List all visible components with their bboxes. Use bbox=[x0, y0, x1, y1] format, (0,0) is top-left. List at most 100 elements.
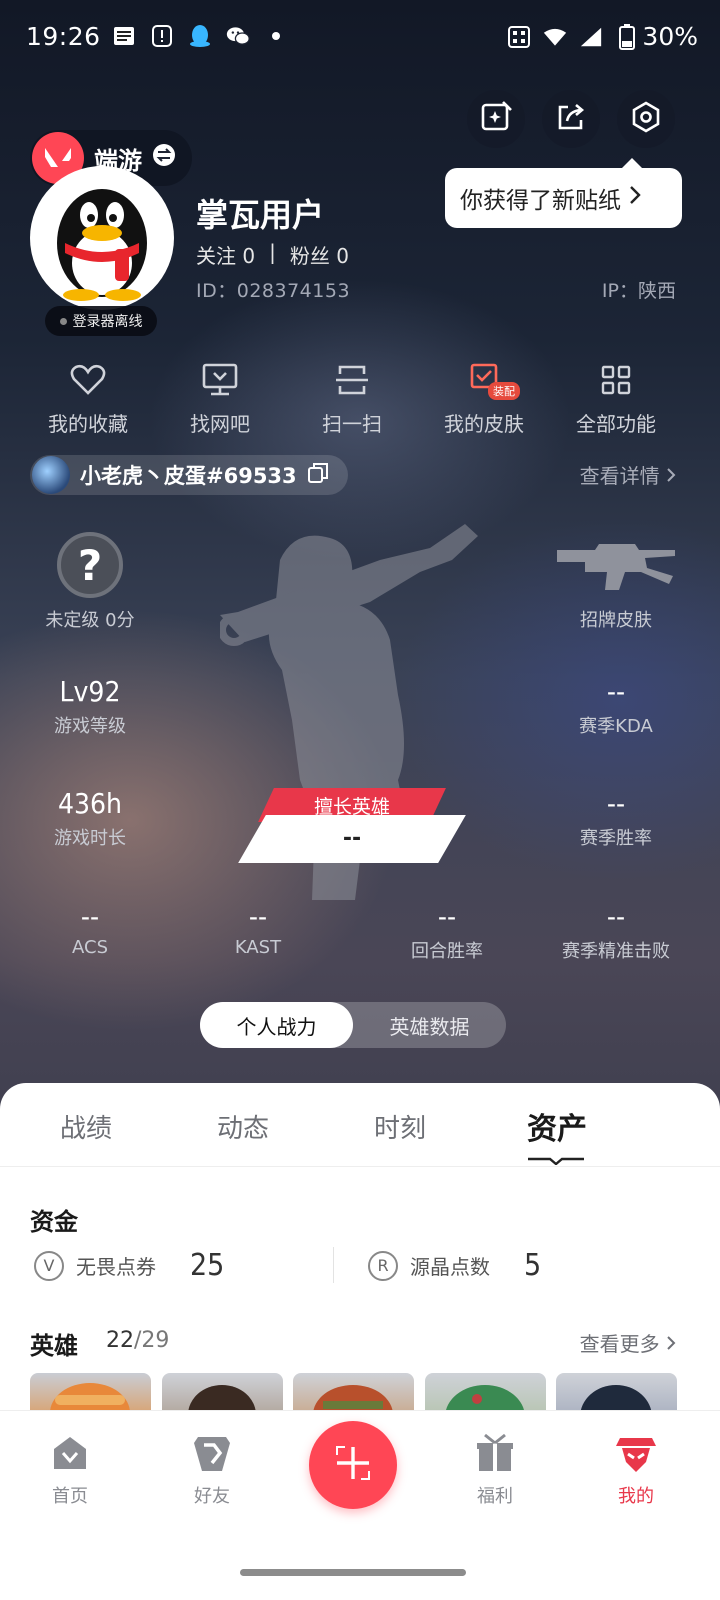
tabs-divider bbox=[0, 1166, 720, 1167]
switch-icon bbox=[152, 143, 176, 173]
tab-feed[interactable]: 动态 bbox=[168, 1108, 318, 1145]
level-label: 游戏等级 bbox=[54, 716, 126, 737]
nav-welfare[interactable]: 福利 bbox=[445, 1432, 545, 1508]
qq-icon bbox=[188, 24, 212, 48]
nav-label: 好友 bbox=[194, 1486, 230, 1507]
playtime-label: 游戏时长 bbox=[54, 828, 126, 849]
acs-label: ACS bbox=[72, 937, 108, 958]
kda-label: 赛季KDA bbox=[579, 716, 653, 737]
round-winrate-stat: -- 回合胜率 bbox=[367, 900, 527, 963]
home-icon bbox=[20, 1432, 120, 1474]
funds-title: 资金 bbox=[30, 1208, 78, 1236]
toggle-personal-power[interactable]: 个人战力 bbox=[200, 1002, 353, 1048]
main-hero-value: -- bbox=[342, 826, 362, 851]
kda-value: -- bbox=[606, 675, 626, 708]
following-count: 0 bbox=[242, 244, 256, 268]
sticker-icon bbox=[479, 100, 513, 138]
riot-id-text: 小老虎丶皮蛋#69533 bbox=[80, 464, 297, 488]
username: 掌瓦用户 bbox=[196, 196, 325, 234]
fans-label: 粉丝 bbox=[289, 244, 330, 268]
monitor-icon bbox=[160, 358, 280, 402]
riot-id-pill[interactable]: 小老虎丶皮蛋#69533 bbox=[30, 455, 348, 495]
nav-home[interactable]: 首页 bbox=[20, 1432, 120, 1508]
rank-label: 未定级 0分 bbox=[45, 610, 135, 631]
active-tab-indicator bbox=[528, 1150, 584, 1166]
following[interactable]: 关注 0 bbox=[196, 240, 255, 269]
chevron-right-icon bbox=[629, 185, 641, 211]
feature-label: 我的收藏 bbox=[48, 412, 128, 436]
sticker-button[interactable] bbox=[467, 90, 525, 148]
home-indicator[interactable] bbox=[240, 1569, 466, 1576]
feature-all-functions[interactable]: 全部功能 bbox=[556, 358, 676, 437]
tooltip-text: 你获得了新贴纸 bbox=[460, 188, 621, 214]
heart-icon bbox=[28, 358, 148, 402]
riot-avatar bbox=[32, 456, 70, 494]
fund-value: 25 bbox=[190, 1248, 225, 1283]
fund-value: 5 bbox=[524, 1248, 542, 1283]
fund-radianite-points[interactable]: R 源晶点数 5 bbox=[368, 1248, 541, 1283]
round-winrate-value: -- bbox=[437, 900, 457, 933]
kast-value: -- bbox=[248, 900, 268, 933]
nav-me[interactable]: 我的 bbox=[586, 1432, 686, 1508]
gift-icon bbox=[445, 1432, 545, 1474]
skin-icon: 装配 bbox=[424, 358, 544, 402]
ip-value: 陕西 bbox=[637, 280, 676, 302]
user-id: ID：028374153 bbox=[196, 276, 350, 303]
nav-label: 福利 bbox=[477, 1486, 513, 1507]
follow-separator: | bbox=[269, 240, 276, 264]
install-badge: 装配 bbox=[488, 382, 520, 400]
playtime-value: 436h bbox=[57, 787, 123, 820]
view-detail-link[interactable]: 查看详情 bbox=[580, 460, 676, 489]
status-time: 19:26 bbox=[26, 22, 101, 51]
battery-icon bbox=[615, 23, 639, 50]
feature-find-netcafe[interactable]: 找网吧 bbox=[160, 358, 280, 437]
alert-icon bbox=[150, 24, 174, 48]
id-label: ID： bbox=[196, 280, 237, 302]
nav-label: 我的 bbox=[618, 1486, 654, 1507]
tab-moments[interactable]: 时刻 bbox=[325, 1108, 475, 1145]
share-button[interactable] bbox=[542, 90, 600, 148]
signature-skin-stat: 招牌皮肤 bbox=[536, 602, 696, 632]
avatar[interactable] bbox=[30, 166, 174, 310]
kast-stat: -- KAST bbox=[178, 900, 338, 958]
fund-divider bbox=[333, 1247, 334, 1283]
feature-favorites[interactable]: 我的收藏 bbox=[28, 358, 148, 437]
feature-label: 找网吧 bbox=[190, 412, 250, 436]
settings-button[interactable] bbox=[617, 90, 675, 148]
penguin-avatar-icon bbox=[57, 189, 147, 301]
status-right-icons: 30% bbox=[507, 22, 698, 51]
feature-label: 我的皮肤 bbox=[444, 412, 524, 436]
dot-icon bbox=[264, 24, 288, 48]
see-more-heroes[interactable]: 查看更多 bbox=[580, 1328, 676, 1357]
fans[interactable]: 粉丝 0 bbox=[290, 240, 349, 269]
offline-text: 登录器离线 bbox=[72, 314, 143, 330]
tab-record[interactable]: 战绩 bbox=[11, 1108, 161, 1145]
chevron-right-icon bbox=[666, 464, 676, 488]
me-icon bbox=[586, 1432, 686, 1474]
feature-my-skins[interactable]: 装配 我的皮肤 bbox=[424, 358, 544, 437]
new-sticker-tooltip[interactable]: 你获得了新贴纸 bbox=[445, 158, 682, 228]
signature-skin-label: 招牌皮肤 bbox=[580, 610, 652, 631]
signature-skin-icon[interactable] bbox=[555, 540, 677, 594]
toggle-hero-data[interactable]: 英雄数据 bbox=[353, 1002, 506, 1048]
playtime-stat: 436h 游戏时长 bbox=[10, 787, 170, 850]
feature-scan[interactable]: 扫一扫 bbox=[292, 358, 412, 437]
heroes-count: 22/29 bbox=[106, 1328, 169, 1353]
ip-label: IP： bbox=[601, 280, 638, 302]
feature-label: 全部功能 bbox=[576, 412, 656, 436]
copy-icon[interactable] bbox=[307, 462, 329, 489]
ip-location: IP：陕西 bbox=[602, 276, 676, 303]
headshot-value: -- bbox=[606, 900, 626, 933]
fund-valorant-points[interactable]: V 无畏点券 25 bbox=[34, 1248, 224, 1283]
rank-stat: 未定级 0分 bbox=[10, 602, 170, 632]
acs-stat: -- ACS bbox=[10, 900, 170, 958]
following-label: 关注 bbox=[196, 244, 236, 268]
create-post-button[interactable] bbox=[309, 1421, 397, 1509]
vp-coin-icon: V bbox=[34, 1250, 64, 1281]
feature-label: 扫一扫 bbox=[322, 412, 382, 436]
nav-friends[interactable]: 好友 bbox=[162, 1432, 262, 1508]
headshot-label: 赛季精准击败 bbox=[562, 941, 670, 962]
nfc-icon bbox=[507, 25, 531, 49]
rank-icon[interactable]: ? bbox=[57, 532, 123, 598]
tab-assets[interactable]: 资产 bbox=[482, 1104, 632, 1148]
